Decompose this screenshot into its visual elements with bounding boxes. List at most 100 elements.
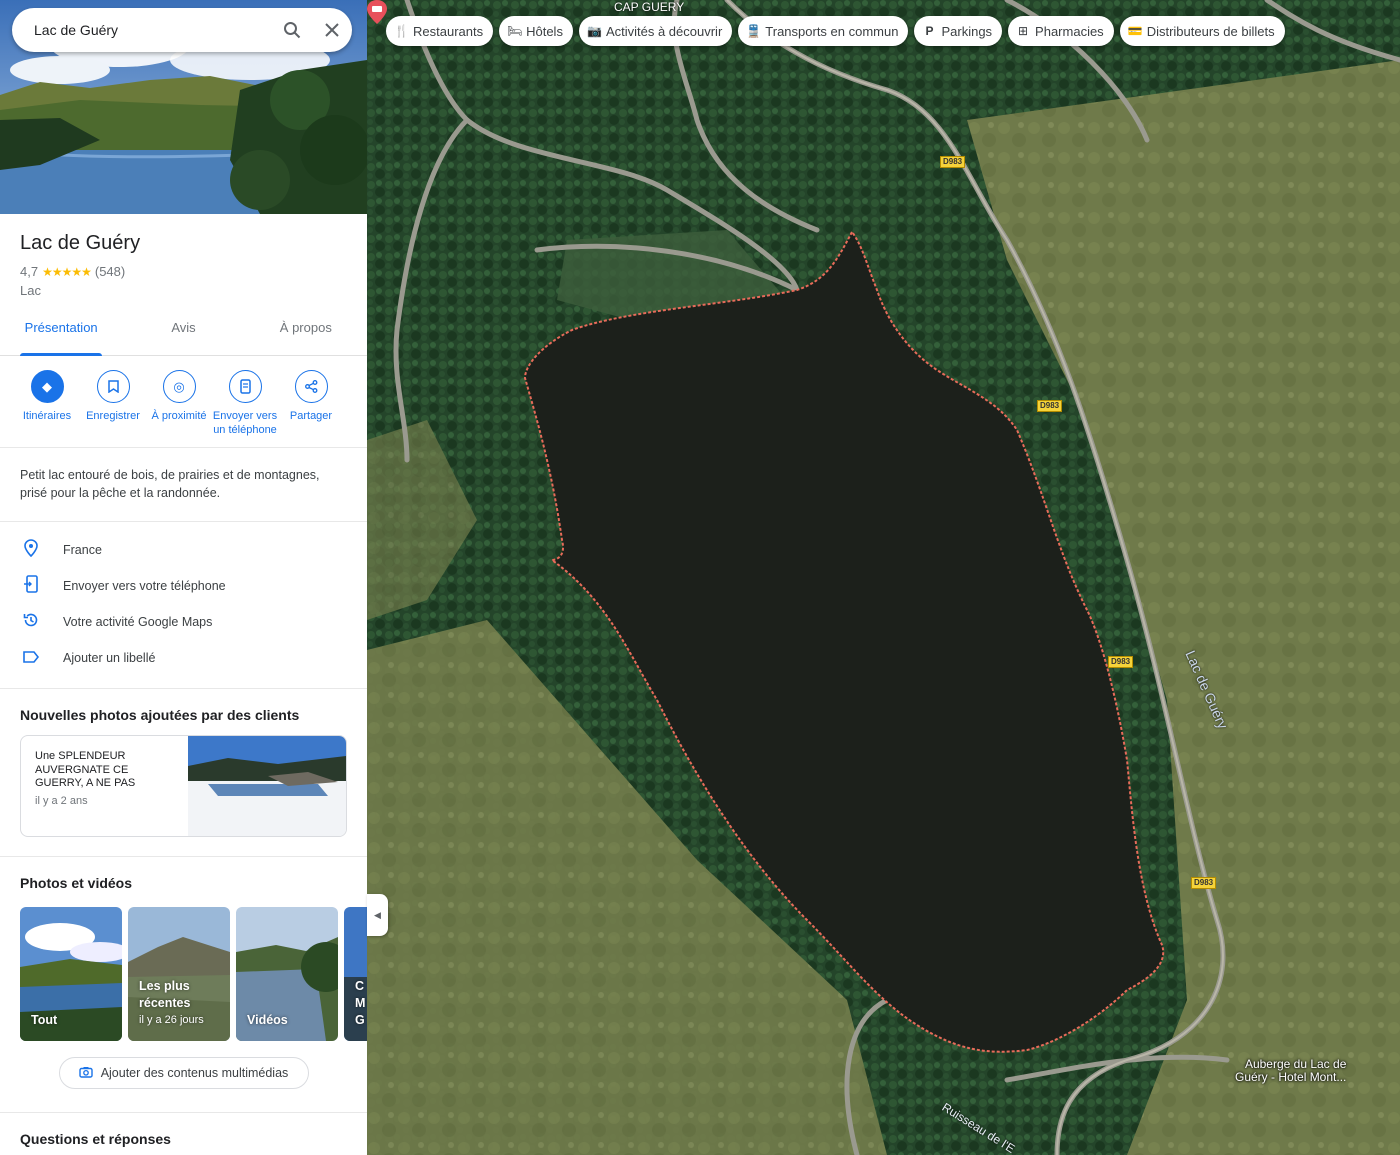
info-text: Ajouter un libellé [63,651,156,665]
hotel-label[interactable]: Auberge du Lac de Guéry - Hotel Mont... [1235,1058,1346,1084]
chevron-left-icon: ◀ [374,909,381,920]
send-to-phone-button[interactable]: Envoyer vers un téléphone [212,370,278,447]
review-text: Une SPLENDEUR AUVERGNATE CE GUERRY, A NE… [35,750,136,789]
tab-presentation[interactable]: Présentation [0,316,122,356]
chip-transit[interactable]: 🚆 Transports en commun [738,16,909,46]
chip-label: Pharmacies [1035,23,1104,39]
media-tile-all[interactable]: Tout [20,907,122,1041]
place-tabs: Présentation Avis À propos [0,316,367,356]
action-buttons: ◆ Itinéraires Enregistrer ◎ À proximité … [0,356,367,448]
place-title: Lac de Guéry [20,232,141,254]
search-input[interactable] [12,22,272,38]
action-label: Itinéraires [22,410,72,422]
rating-value: 4,7 [20,264,39,279]
reviews-count[interactable]: (548) [95,264,125,279]
chip-label: Activités à découvrir [605,23,723,39]
nearby-button[interactable]: ◎ À proximité [146,370,212,447]
search-box [12,8,352,52]
label-icon [20,650,42,667]
tile-title: Tout [31,1013,58,1027]
tile-title: Les plus récentes [139,979,191,1010]
new-photos-section: Nouvelles photos ajoutées par des client… [0,689,367,857]
info-list: France Envoyer vers votre téléphone Votr… [0,522,367,689]
save-button[interactable]: Enregistrer [80,370,146,447]
chip-label: Hôtels [526,23,563,39]
share-button[interactable]: Partager [278,370,344,447]
review-time: il y a 2 ans [35,794,88,807]
close-icon[interactable] [312,10,352,50]
chip-label: Restaurants [413,23,484,39]
transit-icon: 🚆 [746,24,762,38]
location-pin-icon [20,539,42,561]
place-label-cap-guery[interactable]: CAP GUERY [614,0,684,14]
hotel-label-line-2: Guéry - Hotel Mont... [1235,1070,1347,1084]
send-to-phone-icon [228,370,262,403]
tile-subtitle: il y a 26 jours [139,1014,204,1026]
review-photo-card[interactable]: Une SPLENDEUR AUVERGNATE CE GUERRY, A NE… [20,735,347,837]
place-panel: Lac de Guéry 4,7 ★★★★★ (548) Lac Présent… [0,0,367,1155]
info-row-send-phone[interactable]: Envoyer vers votre téléphone [0,568,367,604]
info-row-address[interactable]: France [0,532,367,568]
chip-label: Distributeurs de billets [1146,23,1275,39]
road-shield-d983: D983 [1191,877,1217,889]
section-title: Photos et vidéos [20,875,133,891]
road-shield-d983: D983 [1037,400,1063,412]
section-title: Nouvelles photos ajoutées par des client… [20,707,300,723]
chip-pharmacies[interactable]: ⊞ Pharmacies [1008,16,1114,46]
rating-stars-icon: ★★★★★ [42,264,92,279]
action-label: Envoyer vers un téléphone [212,410,278,436]
chip-activities[interactable]: 📷 Activités à découvrir [578,16,733,46]
add-media-label: Ajouter des contenus multimédias [100,1066,289,1080]
chip-label: Transports en commun [765,23,899,39]
info-row-label[interactable]: Ajouter un libellé [0,640,367,676]
atm-icon: 💳 [1127,24,1143,38]
chip-restaurants[interactable]: 🍴 Restaurants [386,16,494,46]
chip-hotels[interactable]: 🛏 Hôtels [499,16,573,46]
search-icon[interactable] [272,10,312,50]
chip-parkings[interactable]: P Parkings [914,16,1003,46]
review-text-block: Une SPLENDEUR AUVERGNATE CE GUERRY, A NE… [21,736,188,836]
chip-atm[interactable]: 💳 Distributeurs de billets [1119,16,1285,46]
collapse-panel-button[interactable]: ◀ [367,894,388,936]
rating-row: 4,7 ★★★★★ (548) [20,264,367,279]
parking-icon: P [925,24,934,38]
media-tiles: Tout Les plus récentes il y a 26 jours Vi… [0,891,367,1041]
place-category[interactable]: Lac [20,283,367,298]
info-text: France [63,543,102,557]
media-tile-videos[interactable]: Vidéos [236,907,338,1041]
hotel-pin-icon[interactable] [367,0,387,24]
media-tile-label: Tout [31,1012,57,1029]
add-media-button[interactable]: Ajouter des contenus multimédias [58,1057,309,1089]
history-icon [20,612,42,632]
satellite-imagery [367,0,1400,1155]
restaurant-icon: 🍴 [394,24,409,38]
directions-button[interactable]: ◆ Itinéraires [14,370,80,447]
tile-title: C M G [355,979,366,1027]
directions-icon: ◆ [30,370,64,403]
action-label: À proximité [151,410,207,422]
nearby-icon: ◎ [162,370,196,403]
tab-reviews[interactable]: Avis [122,316,244,355]
tile-title: Vidéos [247,1013,288,1027]
media-tile-recent[interactable]: Les plus récentes il y a 26 jours [128,907,230,1041]
map-canvas[interactable]: D983 D983 D983 D983 CAP GUERY Lac de Gué… [367,0,1400,1155]
road-shield-d983: D983 [1108,656,1134,668]
action-label: Partager [289,410,333,422]
media-tile-partial[interactable]: C M G [344,907,367,1041]
hotel-icon: 🛏 [507,24,523,38]
info-row-activity[interactable]: Votre activité Google Maps [0,604,367,640]
media-tile-label: Les plus récentes il y a 26 jours [139,978,230,1029]
review-photo[interactable] [188,736,346,836]
chip-label: Parkings [941,23,993,39]
info-text: Votre activité Google Maps [63,615,213,629]
share-icon [294,370,328,403]
bookmark-icon [96,370,130,403]
media-tile-label: Vidéos [247,1012,288,1029]
tab-about[interactable]: À propos [245,316,367,355]
media-tile-label: C M G [355,978,367,1029]
qa-title: Questions et réponses [20,1131,171,1147]
add-photo-icon [78,1066,93,1081]
action-label: Enregistrer [86,410,140,422]
pharmacy-icon: ⊞ [1018,24,1029,38]
category-chips: 🍴 Restaurants 🛏 Hôtels 📷 Activités à découv… [386,16,1285,46]
